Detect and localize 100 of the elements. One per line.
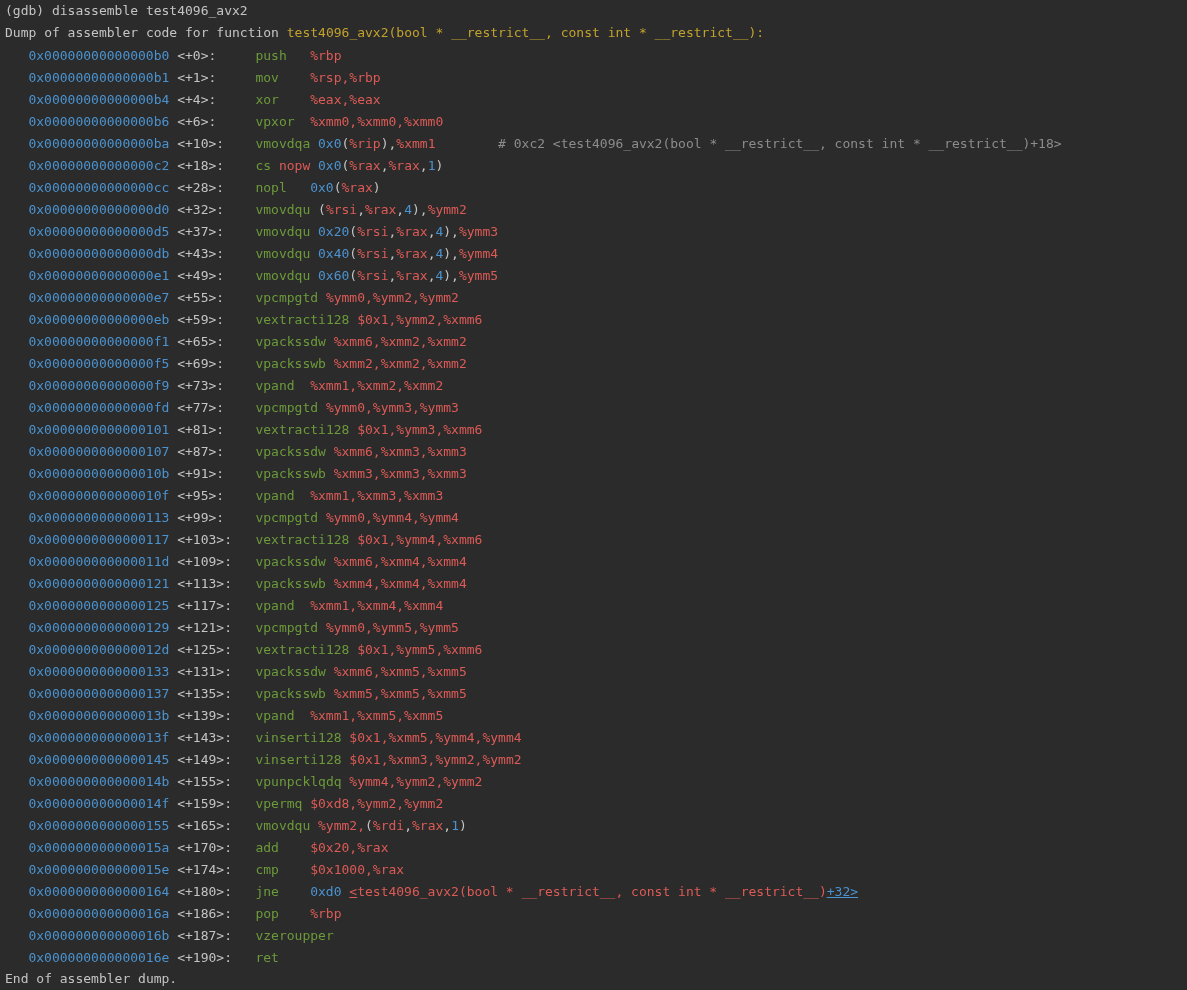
address-text: 0x0000000000000155 bbox=[28, 817, 170, 833]
address-text: 0x00000000000000d0 bbox=[28, 201, 170, 217]
offset-text: <+87>: bbox=[177, 443, 226, 459]
instruction-text: vmovdqa 0x0(%rip),%xmm1 bbox=[255, 135, 436, 151]
offset-text: <+113>: bbox=[177, 575, 233, 591]
offset-text: <+117>: bbox=[177, 597, 233, 613]
instruction-text: vpermq $0xd8,%ymm2,%ymm2 bbox=[255, 795, 444, 811]
address-text: 0x000000000000012d bbox=[28, 641, 170, 657]
offset-text: <+6>: bbox=[177, 113, 218, 129]
instruction-text: push %rbp bbox=[255, 47, 342, 63]
instruction-text: cmp $0x1000,%rax bbox=[255, 861, 405, 877]
instruction-text: vextracti128 $0x1,%ymm4,%xmm6 bbox=[255, 531, 483, 547]
address-text: 0x0000000000000129 bbox=[28, 619, 170, 635]
address-text: 0x0000000000000107 bbox=[28, 443, 170, 459]
address-text: 0x00000000000000eb bbox=[28, 311, 170, 327]
address-text: 0x00000000000000ba bbox=[28, 135, 170, 151]
address-text: 0x00000000000000db bbox=[28, 245, 170, 261]
instruction-text: vpunpcklqdq %ymm4,%ymm2,%ymm2 bbox=[255, 773, 483, 789]
address-text: 0x000000000000011d bbox=[28, 553, 170, 569]
address-text: 0x00000000000000f5 bbox=[28, 355, 170, 371]
instruction-text: vpackssdw %xmm6,%xmm2,%xmm2 bbox=[255, 333, 467, 349]
instruction-text: vzeroupper bbox=[255, 927, 334, 943]
address-text: 0x0000000000000117 bbox=[28, 531, 170, 547]
offset-text: <+190>: bbox=[177, 949, 233, 965]
address-text: 0x00000000000000f9 bbox=[28, 377, 170, 393]
instruction-text: nopl 0x0(%rax) bbox=[255, 179, 381, 195]
instruction-text: vpand %xmm1,%xmm4,%xmm4 bbox=[255, 597, 444, 613]
instruction-text: vmovdqu %ymm2,(%rdi,%rax,1) bbox=[255, 817, 467, 833]
address-text: 0x0000000000000145 bbox=[28, 751, 170, 767]
offset-text: <+99>: bbox=[177, 509, 226, 525]
instruction-text: vpcmpgtd %ymm0,%ymm5,%ymm5 bbox=[255, 619, 459, 635]
offset-text: <+73>: bbox=[177, 377, 226, 393]
address-text: 0x0000000000000137 bbox=[28, 685, 170, 701]
footer-text: End of assembler dump. bbox=[5, 970, 179, 988]
instruction-text: vextracti128 $0x1,%ymm3,%xmm6 bbox=[255, 421, 483, 437]
address-text: 0x000000000000016a bbox=[28, 905, 170, 921]
instruction-text: vpcmpgtd %ymm0,%ymm4,%ymm4 bbox=[255, 509, 459, 525]
address-text: 0x0000000000000121 bbox=[28, 575, 170, 591]
address-text: 0x00000000000000b0 bbox=[28, 47, 170, 63]
instruction-text: vextracti128 $0x1,%ymm2,%xmm6 bbox=[255, 311, 483, 327]
comment-text: # 0xc2 <test4096_avx2(bool * __restrict__, const int * __restrict__)+18> bbox=[498, 135, 1062, 151]
instruction-text: vpackssdw %xmm6,%xmm4,%xmm4 bbox=[255, 553, 467, 569]
address-text: 0x000000000000016e bbox=[28, 949, 170, 965]
address-text: 0x0000000000000101 bbox=[28, 421, 170, 437]
instruction-text: vpacksswb %xmm4,%xmm4,%xmm4 bbox=[255, 575, 467, 591]
offset-text: <+139>: bbox=[177, 707, 233, 723]
instruction-text: vpcmpgtd %ymm0,%ymm2,%ymm2 bbox=[255, 289, 459, 305]
offset-text: <+4>: bbox=[177, 91, 218, 107]
instruction-text: vmovdqu 0x20(%rsi,%rax,4),%ymm3 bbox=[255, 223, 499, 239]
instruction-text: pop %rbp bbox=[255, 905, 342, 921]
instruction-text: vpacksswb %xmm2,%xmm2,%xmm2 bbox=[255, 355, 467, 371]
offset-text: <+125>: bbox=[177, 641, 233, 657]
offset-text: <+155>: bbox=[177, 773, 233, 789]
offset-text: <+187>: bbox=[177, 927, 233, 943]
offset-text: <+59>: bbox=[177, 311, 226, 327]
offset-text: <+103>: bbox=[177, 531, 233, 547]
instruction-text: jne 0xd0 <test4096_avx2(bool * __restrict__, const int * __restrict__)+32> bbox=[255, 883, 859, 899]
offset-text: <+28>: bbox=[177, 179, 226, 195]
offset-text: <+159>: bbox=[177, 795, 233, 811]
offset-text: <+170>: bbox=[177, 839, 233, 855]
address-text: 0x000000000000010f bbox=[28, 487, 170, 503]
offset-text: <+37>: bbox=[177, 223, 226, 239]
offset-text: <+0>: bbox=[177, 47, 218, 63]
instruction-text: cs nopw 0x0(%rax,%rax,1) bbox=[255, 157, 444, 173]
offset-text: <+165>: bbox=[177, 817, 233, 833]
address-text: 0x000000000000014b bbox=[28, 773, 170, 789]
offset-text: <+1>: bbox=[177, 69, 218, 85]
offset-text: <+32>: bbox=[177, 201, 226, 217]
instruction-text: vinserti128 $0x1,%xmm5,%ymm4,%ymm4 bbox=[255, 729, 522, 745]
offset-text: <+186>: bbox=[177, 905, 233, 921]
offset-text: <+81>: bbox=[177, 421, 226, 437]
instruction-text: vpackssdw %xmm6,%xmm5,%xmm5 bbox=[255, 663, 467, 679]
address-text: 0x00000000000000e7 bbox=[28, 289, 170, 305]
offset-text: <+174>: bbox=[177, 861, 233, 877]
address-text: 0x0000000000000133 bbox=[28, 663, 170, 679]
address-text: 0x0000000000000125 bbox=[28, 597, 170, 613]
offset-text: <+49>: bbox=[177, 267, 226, 283]
address-text: 0x0000000000000164 bbox=[28, 883, 170, 899]
instruction-text: vmovdqu (%rsi,%rax,4),%ymm2 bbox=[255, 201, 467, 217]
instruction-text: vmovdqu 0x60(%rsi,%rax,4),%ymm5 bbox=[255, 267, 499, 283]
address-text: 0x000000000000010b bbox=[28, 465, 170, 481]
offset-text: <+65>: bbox=[177, 333, 226, 349]
offset-text: <+91>: bbox=[177, 465, 226, 481]
address-text: 0x000000000000015a bbox=[28, 839, 170, 855]
instruction-text: vinserti128 $0x1,%xmm3,%ymm2,%ymm2 bbox=[255, 751, 522, 767]
instruction-text: ret bbox=[255, 949, 280, 965]
address-text: 0x00000000000000cc bbox=[28, 179, 170, 195]
offset-text: <+95>: bbox=[177, 487, 226, 503]
address-text: 0x00000000000000b1 bbox=[28, 69, 170, 85]
instruction-text: vpand %xmm1,%xmm3,%xmm3 bbox=[255, 487, 444, 503]
offset-text: <+10>: bbox=[177, 135, 226, 151]
address-text: 0x0000000000000113 bbox=[28, 509, 170, 525]
address-text: 0x000000000000013f bbox=[28, 729, 170, 745]
address-text: 0x00000000000000b4 bbox=[28, 91, 170, 107]
instruction-text: xor %eax,%eax bbox=[255, 91, 381, 107]
offset-text: <+109>: bbox=[177, 553, 233, 569]
instruction-text: vpand %xmm1,%xmm5,%xmm5 bbox=[255, 707, 444, 723]
address-text: 0x00000000000000e1 bbox=[28, 267, 170, 283]
offset-text: <+55>: bbox=[177, 289, 226, 305]
address-text: 0x00000000000000c2 bbox=[28, 157, 170, 173]
